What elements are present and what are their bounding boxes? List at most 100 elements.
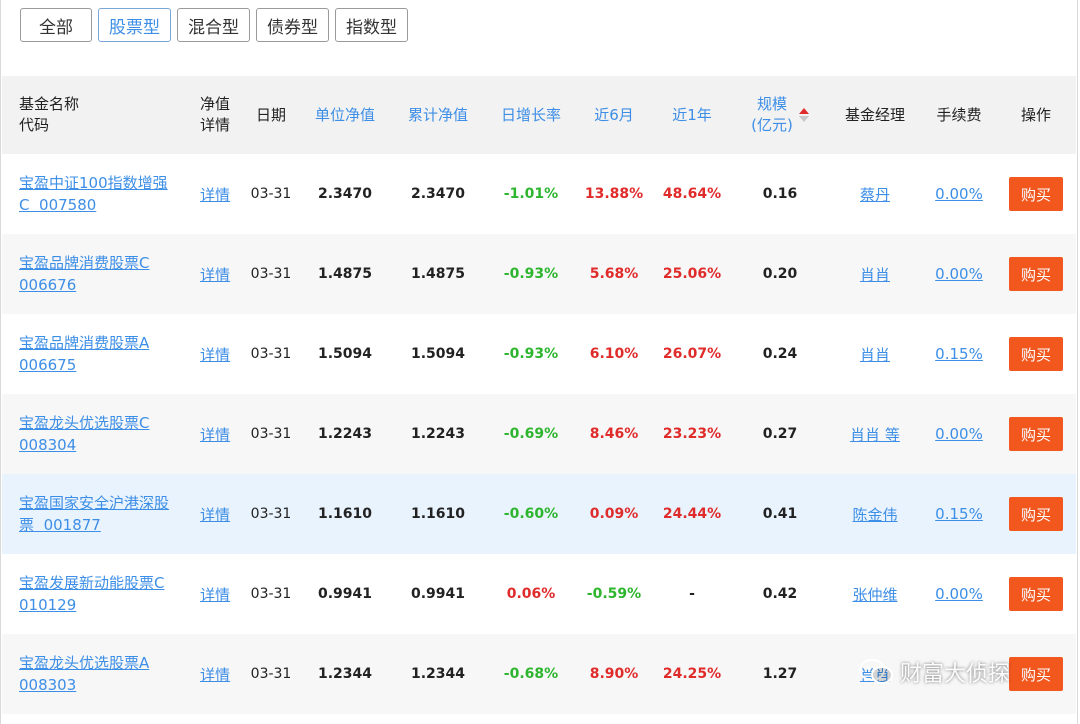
fund-name-cell: 宝盈中证100指数增强 C 007580	[19, 154, 189, 234]
filter-index-button[interactable]: 指数型	[335, 8, 408, 42]
buy-button[interactable]: 购买	[1009, 497, 1063, 531]
manager-link[interactable]: 肖肖 等	[850, 424, 900, 445]
sort-icon[interactable]	[798, 108, 809, 122]
nav-detail-link[interactable]: 详情	[200, 344, 230, 365]
six-month-value: 8.46%	[589, 426, 639, 442]
nav-detail-link[interactable]: 详情	[200, 264, 230, 285]
day-growth-value: -0.68%	[503, 666, 559, 682]
day-growth-value: -0.69%	[503, 426, 559, 442]
day-growth-value: -0.93%	[503, 266, 559, 282]
fund-name-link[interactable]: 宝盈品牌消费股票A 006675	[19, 332, 149, 376]
accum-nav-value: 2.3470	[410, 186, 466, 202]
day-growth-value: -1.01%	[503, 186, 559, 202]
header-fee: 手续费	[936, 105, 982, 124]
manager-link[interactable]: 张仲维	[852, 584, 897, 605]
nav-detail-link[interactable]: 详情	[200, 504, 230, 525]
scale-value: 0.20	[762, 266, 798, 282]
filter-hybrid-button[interactable]: 混合型	[177, 8, 250, 42]
fund-name-link[interactable]: 宝盈发展新动能股票C 010129	[19, 572, 164, 616]
nav-detail-link[interactable]: 详情	[200, 424, 230, 445]
date-value: 03-31	[250, 346, 292, 362]
unit-nav-value: 1.4875	[317, 266, 373, 282]
header-nav-detail: 净值 详情	[199, 95, 230, 134]
fee-link[interactable]: 0.15%	[935, 345, 983, 363]
manager-link[interactable]: 肖肖	[860, 264, 890, 285]
day-growth-value: -0.60%	[503, 506, 559, 522]
header-unit-nav[interactable]: 单位净值	[300, 76, 390, 154]
unit-nav-value: 2.3470	[317, 186, 373, 202]
nav-detail-link[interactable]: 详情	[200, 664, 230, 685]
one-year-value: 48.64%	[662, 186, 722, 202]
wechat-icon	[859, 659, 893, 684]
filter-all-button[interactable]: 全部	[20, 8, 92, 42]
header-day-growth[interactable]: 日增长率	[486, 76, 576, 154]
table-row: 宝盈品牌消费股票A 006675 详情 03-31 1.5094 1.5094 -…	[2, 314, 1076, 394]
scale-value: 0.24	[762, 346, 798, 362]
buy-button[interactable]: 购买	[1009, 417, 1063, 451]
six-month-value: 5.68%	[589, 266, 639, 282]
fund-name-link[interactable]: 宝盈龙头优选股票A 008303	[19, 652, 149, 696]
fund-name-link[interactable]: 宝盈品牌消费股票C 006676	[19, 252, 149, 296]
buy-button[interactable]: 购买	[1009, 577, 1063, 611]
day-growth-value: 0.06%	[506, 586, 556, 602]
six-month-value: 6.10%	[589, 346, 639, 362]
unit-nav-value: 1.5094	[317, 346, 373, 362]
scale-value: 1.27	[762, 666, 798, 682]
header-six-month[interactable]: 近6月	[576, 76, 652, 154]
fund-name-link[interactable]: 宝盈中证100指数增强 C 007580	[19, 172, 168, 216]
table-row: 宝盈发展新动能股票C 010129 详情 03-31 0.9941 0.9941 …	[2, 554, 1076, 634]
date-value: 03-31	[250, 186, 292, 202]
six-month-value: 8.90%	[589, 666, 639, 682]
fee-link[interactable]: 0.00%	[935, 265, 983, 283]
header-one-year[interactable]: 近1年	[652, 76, 732, 154]
one-year-value: 25.06%	[662, 266, 722, 282]
day-growth-value: -0.93%	[503, 346, 559, 362]
fee-link[interactable]: 0.00%	[935, 425, 983, 443]
date-value: 03-31	[250, 506, 292, 522]
table-row: 宝盈国家安全沪港深股票 001877 详情 03-31 1.1610 1.161…	[2, 474, 1076, 554]
header-fund-name: 基金名称 代码	[19, 95, 80, 134]
buy-button[interactable]: 购买	[1009, 177, 1063, 211]
date-value: 03-31	[250, 666, 292, 682]
unit-nav-value: 0.9941	[317, 586, 373, 602]
manager-link[interactable]: 蔡丹	[860, 184, 890, 205]
filter-stock-button[interactable]: 股票型	[98, 8, 171, 42]
manager-link[interactable]: 陈金伟	[852, 504, 897, 525]
header-date: 日期	[255, 105, 286, 124]
table-row: 宝盈品牌消费股票C 006676 详情 03-31 1.4875 1.4875 -…	[2, 234, 1076, 314]
fee-link[interactable]: 0.15%	[935, 505, 983, 523]
header-scale[interactable]: 规模 (亿元)	[732, 76, 828, 154]
buy-button[interactable]: 购买	[1009, 257, 1063, 291]
table-row: 宝盈龙头优选股票C 008304 详情 03-31 1.2243 1.2243 -…	[2, 394, 1076, 474]
unit-nav-value: 1.1610	[317, 506, 373, 522]
fund-name-cell: 宝盈龙头优选股票C 008304	[19, 394, 189, 474]
fund-name-cell: 宝盈国家安全沪港深股票 001877	[19, 474, 189, 554]
filter-bond-button[interactable]: 债券型	[256, 8, 329, 42]
date-value: 03-31	[250, 586, 292, 602]
fund-name-link[interactable]: 宝盈国家安全沪港深股票 001877	[19, 492, 169, 536]
header-accum-nav[interactable]: 累计净值	[390, 76, 486, 154]
accum-nav-value: 0.9941	[410, 586, 466, 602]
watermark-text: 财富大侦探	[900, 662, 1011, 687]
nav-detail-link[interactable]: 详情	[200, 584, 230, 605]
fund-name-cell: 宝盈品牌消费股票C 006676	[19, 234, 189, 314]
scale-value: 0.42	[762, 586, 798, 602]
fund-name-link[interactable]: 宝盈龙头优选股票C 008304	[19, 412, 149, 456]
nav-detail-link[interactable]: 详情	[200, 184, 230, 205]
unit-nav-value: 1.2243	[317, 426, 373, 442]
scale-value: 0.41	[762, 506, 798, 522]
buy-button[interactable]: 购买	[1009, 657, 1063, 691]
one-year-value: 23.23%	[662, 426, 722, 442]
six-month-value: 13.88%	[584, 186, 644, 202]
fee-link[interactable]: 0.00%	[935, 185, 983, 203]
six-month-value: 0.09%	[589, 506, 639, 522]
fund-name-cell: 宝盈龙头优选股票A 008303	[19, 634, 189, 714]
buy-button[interactable]: 购买	[1009, 337, 1063, 371]
fund-table: 基金名称 代码 净值 详情 日期 单位净值 累计净值 日增长率 近6月 近1年 规模…	[2, 76, 1076, 714]
one-year-value: -	[689, 586, 695, 602]
one-year-value: 26.07%	[662, 346, 722, 362]
fee-link[interactable]: 0.00%	[935, 585, 983, 603]
manager-link[interactable]: 肖肖	[860, 344, 890, 365]
scale-value: 0.27	[762, 426, 798, 442]
watermark: 财富大侦探	[858, 656, 1010, 688]
